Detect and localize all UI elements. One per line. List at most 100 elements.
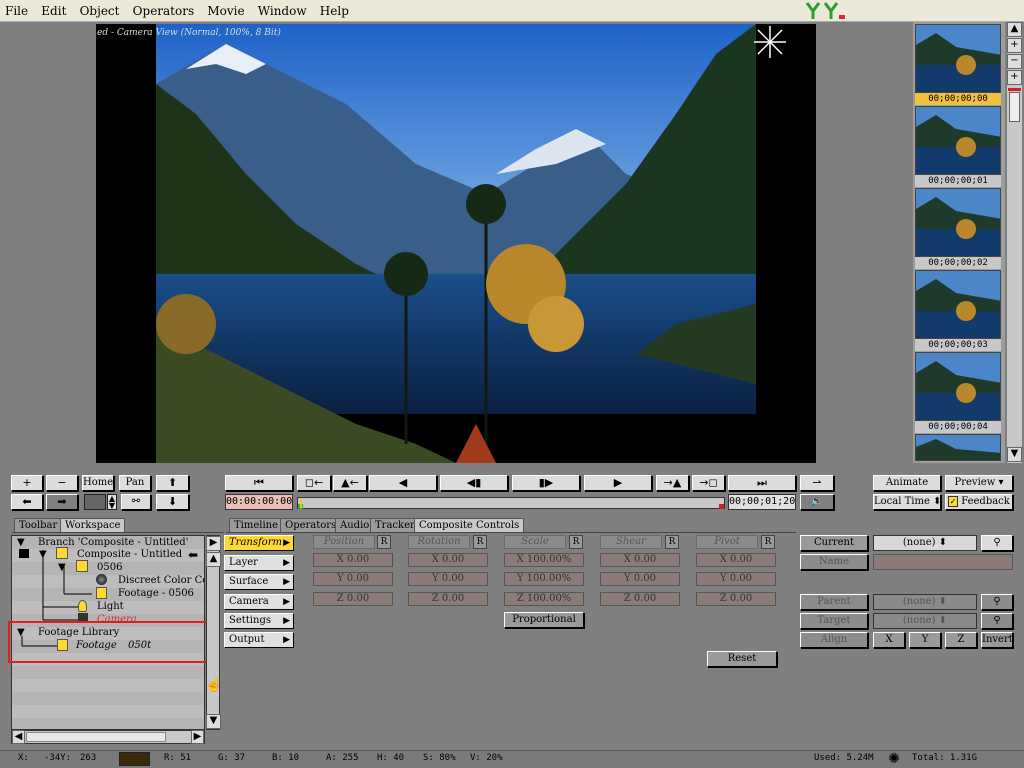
menu-object[interactable]: Object — [75, 0, 125, 22]
tab-toolbar[interactable]: Toolbar — [14, 518, 63, 533]
category-camera[interactable]: Camera ▶ — [224, 594, 294, 610]
timecode-current[interactable]: 00:00:00:00 — [225, 494, 293, 510]
frame-strip-scrollbar[interactable]: ▲ + − + ▼ — [1007, 22, 1022, 463]
link-button[interactable]: ⚯ — [121, 494, 151, 510]
frame-thumbnail[interactable] — [915, 434, 1001, 461]
tree-composite[interactable]: Composite - Untitled — [77, 549, 182, 560]
time-slider[interactable] — [297, 497, 725, 509]
category-layer[interactable]: Layer ▶ — [224, 555, 294, 571]
frame-thumbnail[interactable]: 00;00;00;01 — [915, 106, 1001, 187]
go-to-end-button[interactable]: ⏭ — [728, 475, 796, 491]
tree-color-corrector[interactable]: Discreet Color Cor — [118, 575, 204, 586]
scroll-thumb[interactable] — [1009, 92, 1020, 122]
tree-layer-0506[interactable]: 0506 — [97, 562, 122, 573]
reset-position-button[interactable]: R — [377, 535, 391, 549]
align-z-button[interactable]: Z — [945, 632, 977, 648]
category-output[interactable]: Output ▶ — [224, 632, 294, 648]
next-keyframe-button[interactable]: →▲ — [656, 475, 689, 491]
align-y-button[interactable]: Y — [909, 632, 941, 648]
move-down-button[interactable]: ⬇ — [156, 494, 189, 510]
shear-z-field[interactable]: Z 0.00 — [600, 592, 680, 606]
step-back-button[interactable]: ◀▮ — [440, 475, 508, 491]
category-surface[interactable]: Surface ▶ — [224, 574, 294, 590]
pivot-x-field[interactable]: X 0.00 — [696, 553, 776, 567]
scale-z-field[interactable]: Z 100.00% — [504, 592, 584, 606]
tree-vertical-scrollbar[interactable]: ▶ ▲ ▼ — [206, 535, 221, 730]
frame-thumbnail[interactable]: 00;00;00;04 — [915, 352, 1001, 433]
play-button[interactable]: ▶ — [584, 475, 652, 491]
pan-button[interactable]: Pan — [119, 475, 151, 491]
tree-horizontal-scrollbar[interactable]: ◀ ▶ — [11, 730, 205, 744]
swatch-spinner[interactable]: ▲ ▼ — [107, 494, 117, 510]
rotation-y-field[interactable]: Y 0.00 — [408, 572, 488, 586]
menu-operators[interactable]: Operators — [128, 0, 199, 22]
go-to-start-button[interactable]: ⏮ — [225, 475, 293, 491]
scale-x-field[interactable]: X 100.00% — [504, 553, 584, 567]
out-point-button[interactable]: →◻ — [692, 475, 725, 491]
position-x-field[interactable]: X 0.00 — [313, 553, 393, 567]
position-z-field[interactable]: Z 0.00 — [313, 592, 393, 606]
home-button[interactable]: Home — [82, 475, 114, 491]
play-reverse-button[interactable]: ◀ — [369, 475, 437, 491]
scroll-right-button[interactable]: ▶ — [206, 536, 221, 551]
scale-y-field[interactable]: Y 100.00% — [504, 572, 584, 586]
zoom-out-button[interactable]: − — [1007, 54, 1022, 69]
zoom-in-button[interactable]: + — [11, 475, 43, 491]
scroll-right-button[interactable]: ▶ — [191, 730, 204, 744]
reset-scale-button[interactable]: R — [569, 535, 583, 549]
shear-y-field[interactable]: Y 0.00 — [600, 572, 680, 586]
light-icon[interactable] — [752, 24, 788, 60]
rotation-z-field[interactable]: Z 0.00 — [408, 592, 488, 606]
in-point-button[interactable]: ◻← — [297, 475, 331, 491]
tab-timeline[interactable]: Timeline — [229, 518, 284, 533]
name-field[interactable] — [873, 554, 1013, 570]
color-swatch[interactable] — [84, 494, 106, 510]
frame-thumbnail[interactable]: 00;00;00;03 — [915, 270, 1001, 351]
proportional-toggle[interactable]: Proportional — [504, 612, 584, 628]
tab-audio[interactable]: Audio — [335, 518, 375, 533]
pick-whip-button[interactable]: ⚲ — [981, 535, 1013, 551]
tree-expand-icon[interactable]: ▼ — [39, 549, 47, 560]
scroll-up-button[interactable]: ▲ — [1007, 22, 1022, 37]
pivot-y-field[interactable]: Y 0.00 — [696, 572, 776, 586]
playhead[interactable] — [300, 498, 302, 508]
scroll-thumb[interactable] — [26, 732, 166, 742]
loop-button[interactable]: ⇀ — [800, 475, 834, 491]
reset-button[interactable]: Reset — [707, 651, 777, 667]
category-transform[interactable]: Transform ▶ — [224, 535, 294, 551]
shear-x-field[interactable]: X 0.00 — [600, 553, 680, 567]
zoom-in-button[interactable]: + — [1007, 38, 1022, 53]
menu-edit[interactable]: Edit — [36, 0, 71, 22]
scroll-left-button[interactable]: ◀ — [12, 730, 25, 744]
zoom-out-button[interactable]: − — [46, 475, 78, 491]
add-button[interactable]: + — [1007, 70, 1022, 85]
tree-footage-0506[interactable]: Footage - 0506 — [118, 588, 194, 599]
invert-button[interactable]: Invert — [981, 632, 1013, 648]
tab-operators[interactable]: Operators — [280, 518, 342, 533]
feedback-toggle[interactable]: ✓ Feedback — [945, 494, 1013, 510]
local-time-button[interactable]: Local Time ⬍ — [873, 494, 941, 510]
scroll-up-button[interactable]: ▲ — [206, 552, 221, 567]
audio-button[interactable]: 🔈 — [800, 494, 834, 510]
tree-expand-icon[interactable]: ▼ — [58, 562, 66, 573]
reset-pivot-button[interactable]: R — [761, 535, 775, 549]
reset-rotation-button[interactable]: R — [473, 535, 487, 549]
tree-light[interactable]: Light — [97, 601, 124, 612]
preview-button[interactable]: Preview ▾ — [945, 475, 1013, 491]
menu-file[interactable]: File — [0, 0, 33, 22]
menu-help[interactable]: Help — [315, 0, 354, 22]
tab-workspace[interactable]: Workspace — [60, 518, 126, 533]
align-x-button[interactable]: X — [873, 632, 905, 648]
step-forward-button[interactable]: ▮▶ — [512, 475, 580, 491]
move-up-button[interactable]: ⬆ — [156, 475, 189, 491]
prev-keyframe-button[interactable]: ▲← — [333, 475, 367, 491]
pivot-z-field[interactable]: Z 0.00 — [696, 592, 776, 606]
tree-expand-icon[interactable]: ▼ — [17, 537, 25, 548]
menu-movie[interactable]: Movie — [202, 0, 249, 22]
scroll-down-button[interactable]: ▼ — [1007, 447, 1022, 462]
timecode-end[interactable]: 00;00;01;20 — [728, 494, 796, 510]
tab-tracker[interactable]: Tracker — [370, 518, 420, 533]
menu-window[interactable]: Window — [253, 0, 312, 22]
scroll-down-button[interactable]: ▼ — [206, 714, 221, 729]
frame-thumbnail[interactable]: 00;00;00;00 — [915, 24, 1001, 105]
